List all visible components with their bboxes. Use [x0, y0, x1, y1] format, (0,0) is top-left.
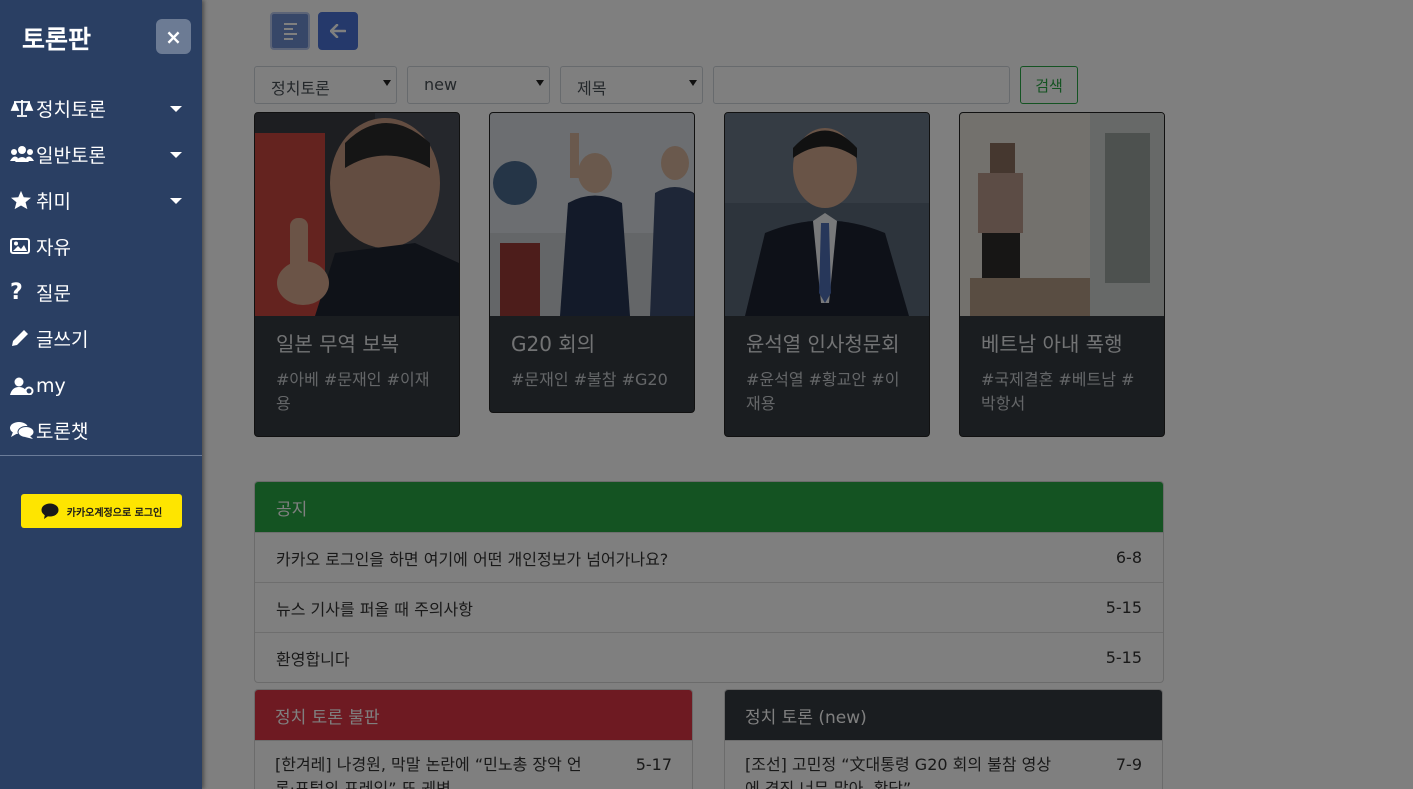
card-title: 윤석열 인사청문회	[746, 332, 900, 356]
notice-date: 5-15	[1105, 648, 1142, 667]
board-row-date: 5-17	[635, 755, 672, 774]
sidebar-item-chat[interactable]: 토론챗	[10, 415, 190, 445]
board-title: 정치 토론 (new)	[725, 690, 1162, 740]
user-gear-icon	[10, 377, 36, 395]
topic-card[interactable]: 베트남 아내 폭행 #국제결혼 #베트남 #박항서	[959, 112, 1165, 437]
board-row-date: 7-9	[1115, 755, 1142, 774]
notice-text: 뉴스 기사를 퍼올 때 주의사항	[276, 599, 473, 619]
topic-card[interactable]: G20 회의 #문재인 #불참 #G20	[489, 112, 695, 413]
balance-scale-icon	[10, 99, 36, 117]
card-title: 일본 무역 보복	[276, 332, 400, 356]
sidebar-item-question[interactable]: ? 질문	[10, 277, 190, 307]
category-select-value: 정치토론	[271, 79, 330, 98]
sidebar-item-free[interactable]: 자유	[10, 231, 190, 261]
notice-date: 6-8	[1115, 548, 1142, 567]
sidebar-item-my[interactable]: my	[10, 371, 190, 401]
card-tags: #국제결혼 #베트남 #박항서	[981, 370, 1135, 413]
sidebar-item-label: 자유	[36, 236, 71, 259]
question-icon: ?	[10, 279, 23, 305]
kakao-login-button[interactable]: 카카오계정으로 로그인	[21, 494, 182, 528]
caret-down-icon	[170, 152, 182, 158]
board-row[interactable]: [조선] 고민정 “文대통령 G20 회의 불참 영상에 경진 너무 많아, 황…	[725, 740, 1162, 789]
search-button[interactable]: 검색	[1020, 66, 1078, 104]
chevron-down-icon	[536, 80, 544, 86]
sidebar-divider	[0, 455, 202, 456]
notice-text: 카카오 로그인을 하면 여기에 어떤 개인정보가 넘어가나요?	[276, 549, 669, 569]
card-title: G20 회의	[511, 332, 596, 356]
menu-toggle-button[interactable]	[270, 12, 310, 50]
sidebar-item-general[interactable]: 일반토론	[10, 139, 190, 169]
notice-panel: 공지 카카오 로그인을 하면 여기에 어떤 개인정보가 넘어가나요? 6-8 뉴…	[254, 481, 1164, 683]
notice-text: 환영합니다	[276, 649, 350, 669]
sidebar-item-label: 토론챗	[36, 420, 89, 443]
chevron-down-icon	[689, 80, 697, 86]
pencil-icon	[10, 328, 36, 348]
sidebar-item-label: 질문	[36, 282, 71, 305]
back-button[interactable]	[318, 12, 358, 50]
sidebar-item-label: 일반토론	[36, 144, 106, 167]
sidebar-item-label: my	[36, 375, 66, 397]
card-title: 베트남 아내 폭행	[981, 332, 1123, 356]
sort-select-value: new	[424, 75, 458, 94]
board-row-text: [조선] 고민정 “文대통령 G20 회의 불참 영상에 경진 너무 많아, 황…	[745, 755, 1052, 789]
notice-title: 공지	[255, 482, 1163, 532]
hot-debate-board: 정치 토론 불판 [한겨레] 나경원, 막말 논란에 “민노총 장악 언론·포털…	[254, 689, 693, 789]
sidebar-item-hobby[interactable]: 취미	[10, 185, 190, 215]
leaders-waving-photo	[490, 113, 694, 316]
topic-card[interactable]: 일본 무역 보복 #아베 #문재인 #이재용	[254, 112, 460, 437]
board-title: 정치 토론 불판	[255, 690, 692, 740]
politician-pointing-photo	[255, 113, 459, 316]
board-row[interactable]: [한겨레] 나경원, 막말 논란에 “민노총 장악 언론·포털의 프레임” 또 …	[255, 740, 692, 789]
topic-card[interactable]: 윤석열 인사청문회 #윤석열 #황교안 #이재용	[724, 112, 930, 437]
man-in-suit-photo	[725, 113, 929, 316]
sidebar-item-write[interactable]: 글쓰기	[10, 323, 190, 353]
sidebar-item-label: 글쓰기	[36, 328, 89, 351]
card-tags: #문재인 #불참 #G20	[511, 370, 668, 389]
menu-icon	[283, 22, 297, 40]
notice-date: 5-15	[1105, 598, 1142, 617]
search-input[interactable]	[713, 66, 1010, 104]
close-icon: ×	[165, 24, 182, 49]
sidebar-item-politics[interactable]: 정치토론	[10, 93, 190, 123]
category-select[interactable]: 정치토론	[254, 66, 397, 104]
new-debate-board: 정치 토론 (new) [조선] 고민정 “文대통령 G20 회의 불참 영상에…	[724, 689, 1163, 789]
notice-row[interactable]: 카카오 로그인을 하면 여기에 어떤 개인정보가 넘어가나요? 6-8	[255, 532, 1163, 582]
speech-bubble-icon	[41, 503, 59, 519]
notice-row[interactable]: 뉴스 기사를 퍼올 때 주의사항 5-15	[255, 582, 1163, 632]
sidebar: 토론판 × 정치토론 일반토론 취미 자유 ? 질문 글쓰기 my 토론챗 카카…	[0, 0, 202, 789]
board-row-text: [한겨레] 나경원, 막말 논란에 “민노총 장악 언론·포털의 프레임” 또 …	[275, 755, 582, 789]
sidebar-item-label: 정치토론	[36, 98, 106, 121]
sort-select[interactable]: new	[407, 66, 550, 104]
close-sidebar-button[interactable]: ×	[156, 19, 191, 54]
main-content: 정치토론 new 제목 검색 일본 무역 보복 #아베 #문재인 #이재용 G2…	[202, 0, 1413, 789]
site-brand[interactable]: 토론판	[22, 20, 91, 56]
sidebar-item-label: 취미	[36, 190, 71, 213]
comments-icon	[10, 421, 36, 439]
card-tags: #아베 #문재인 #이재용	[276, 370, 430, 413]
star-icon	[10, 190, 36, 210]
card-tags: #윤석열 #황교안 #이재용	[746, 370, 900, 413]
image-icon	[10, 238, 36, 254]
kakao-login-label: 카카오계정으로 로그인	[66, 507, 163, 519]
users-icon	[10, 145, 36, 163]
chevron-down-icon	[383, 80, 391, 86]
blurred-room-photo	[960, 113, 1164, 316]
notice-row[interactable]: 환영합니다 5-15	[255, 632, 1163, 682]
field-select-value: 제목	[577, 79, 607, 98]
arrow-left-icon	[330, 24, 346, 38]
caret-down-icon	[170, 106, 182, 112]
caret-down-icon	[170, 198, 182, 204]
field-select[interactable]: 제목	[560, 66, 703, 104]
